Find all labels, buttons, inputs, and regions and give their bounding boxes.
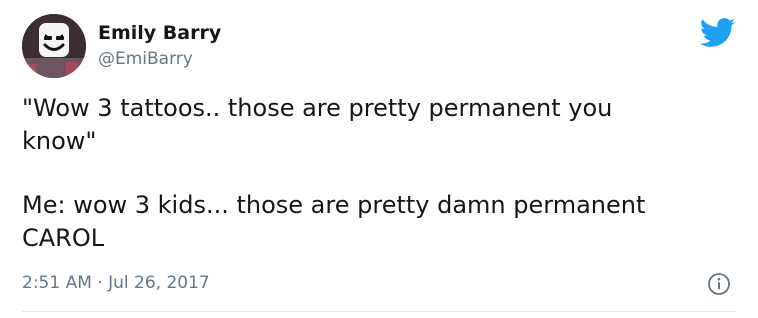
- info-icon[interactable]: [707, 272, 731, 296]
- tweet-text: "Wow 3 tattoos.. those are pretty perman…: [22, 92, 722, 255]
- tweet-card: Emily Barry @EmiBarry "Wow 3 tattoos.. t…: [0, 0, 758, 318]
- tweet-paragraph: Me: wow 3 kids... those are pretty damn …: [22, 191, 646, 252]
- author-avatar[interactable]: [22, 14, 86, 78]
- author-handle[interactable]: @EmiBarry: [98, 49, 193, 69]
- marshmello-helmet-icon: [22, 14, 86, 78]
- tweet-timestamp[interactable]: 2:51 AM · Jul 26, 2017: [22, 273, 210, 293]
- twitter-bird-icon[interactable]: [699, 18, 736, 48]
- tweet-paragraph: "Wow 3 tattoos.. those are pretty perman…: [22, 94, 613, 155]
- author-display-name[interactable]: Emily Barry: [98, 22, 221, 44]
- divider: [22, 311, 736, 312]
